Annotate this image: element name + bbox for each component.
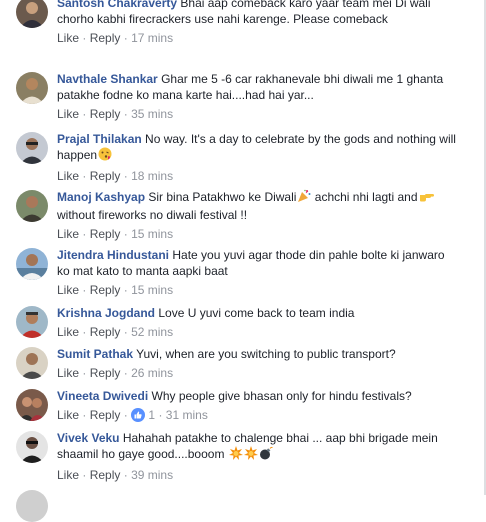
comment-message: without fireworks no diwali festival !!	[57, 208, 248, 222]
bomb-emoji	[259, 446, 273, 464]
comment-text: Vivek Veku Hahahah patakhe to chalenge b…	[57, 430, 456, 464]
avatar[interactable]	[16, 72, 48, 104]
commenter-name[interactable]: Vivek Veku	[57, 431, 120, 445]
comment-actions: Like · Reply · 1 · 31 mins	[57, 407, 456, 426]
comment-text: Manoj Kashyap Sir bina Patakhwo ke Diwal…	[57, 189, 456, 223]
comment-text: Santosh Chakraverty Bhai aap comeback ka…	[57, 0, 456, 27]
comment-text: Vineeta Dwivedi Why people give bhasan o…	[57, 388, 456, 404]
reply-link[interactable]: Reply	[90, 283, 121, 297]
comment-text: Sumit Pathak Yuvi, when are you switchin…	[57, 346, 456, 362]
avatar[interactable]	[16, 431, 48, 463]
comment-actions: Like · Reply · 15 mins	[57, 283, 174, 297]
timestamp[interactable]: 52 mins	[131, 325, 173, 339]
like-link[interactable]: Like	[57, 227, 79, 241]
comment-actions: Like · Reply · 15 mins	[57, 227, 174, 241]
timestamp[interactable]: 18 mins	[131, 169, 173, 183]
comment-actions: Like · Reply · 26 mins	[57, 366, 174, 380]
timestamp[interactable]: 26 mins	[131, 366, 173, 380]
comment-message: Sir bina Patakhwo ke Diwali	[148, 190, 297, 204]
avatar[interactable]	[16, 190, 48, 222]
like-reaction-icon[interactable]	[131, 408, 146, 426]
comment-text: Navthale Shankar Ghar me 5 -6 car rakhan…	[57, 71, 456, 103]
avatar[interactable]	[16, 248, 48, 280]
comment-actions: Like · Reply · 39 mins	[57, 468, 174, 482]
avatar[interactable]	[16, 0, 48, 28]
commenter-name[interactable]: Vineeta Dwivedi	[57, 389, 148, 403]
timestamp[interactable]: 31 mins	[166, 408, 208, 422]
timestamp[interactable]: 35 mins	[131, 107, 173, 121]
avatar[interactable]	[16, 347, 48, 379]
commenter-name[interactable]: Santosh Chakraverty	[57, 0, 177, 10]
avatar[interactable]	[16, 132, 48, 164]
reply-link[interactable]: Reply	[90, 107, 121, 121]
reply-link[interactable]: Reply	[90, 468, 121, 482]
reaction-count[interactable]: 1	[148, 408, 155, 422]
avatar[interactable]	[16, 306, 48, 338]
like-link[interactable]: Like	[57, 31, 79, 45]
pointing-hand-emoji	[419, 189, 435, 207]
reply-link[interactable]: Reply	[90, 169, 121, 183]
comment-actions: Like · Reply · 52 mins	[57, 325, 174, 339]
like-link[interactable]: Like	[57, 325, 79, 339]
reply-link[interactable]: Reply	[90, 408, 121, 422]
comment-message: Love U yuvi come back to team india	[158, 306, 355, 320]
kiss-emoji	[98, 147, 112, 165]
commenter-name[interactable]: Krishna Jogdand	[57, 306, 155, 320]
comment-text: Krishna Jogdand Love U yuvi come back to…	[57, 305, 456, 321]
comment-text: Jitendra Hindustani Hate you yuvi agar t…	[57, 247, 456, 279]
timestamp[interactable]: 17 mins	[131, 31, 173, 45]
comment-message: achchi nhi lagti and	[311, 190, 418, 204]
like-link[interactable]: Like	[57, 468, 79, 482]
explosion-emoji	[228, 446, 243, 464]
like-link[interactable]: Like	[57, 283, 79, 297]
commenter-name[interactable]: Prajal Thilakan	[57, 132, 142, 146]
comment-actions: Like · Reply · 17 mins	[57, 31, 174, 45]
commenter-name[interactable]: Navthale Shankar	[57, 72, 158, 86]
explosion-emoji	[243, 446, 258, 464]
reply-link[interactable]: Reply	[90, 227, 121, 241]
timestamp[interactable]: 39 mins	[131, 468, 173, 482]
avatar[interactable]	[16, 389, 48, 421]
like-link[interactable]: Like	[57, 169, 79, 183]
comment-actions: Like · Reply · 18 mins	[57, 169, 174, 183]
commenter-name[interactable]: Sumit Pathak	[57, 347, 133, 361]
timestamp[interactable]: 15 mins	[131, 283, 173, 297]
commenter-name[interactable]: Jitendra Hindustani	[57, 248, 169, 262]
like-link[interactable]: Like	[57, 408, 79, 422]
comment-message: Yuvi, when are you switching to public t…	[136, 347, 396, 361]
like-link[interactable]: Like	[57, 107, 79, 121]
reply-link[interactable]: Reply	[90, 366, 121, 380]
timestamp[interactable]: 15 mins	[131, 227, 173, 241]
commenter-name[interactable]: Manoj Kashyap	[57, 190, 145, 204]
reply-link[interactable]: Reply	[90, 31, 121, 45]
comment-text: Prajal Thilakan No way. It's a day to ce…	[57, 131, 456, 165]
like-link[interactable]: Like	[57, 366, 79, 380]
party-popper-emoji	[297, 189, 311, 207]
comment-actions: Like · Reply · 35 mins	[57, 107, 174, 121]
reply-link[interactable]: Reply	[90, 325, 121, 339]
comment-message: Why people give bhasan only for hindu fe…	[151, 389, 412, 403]
